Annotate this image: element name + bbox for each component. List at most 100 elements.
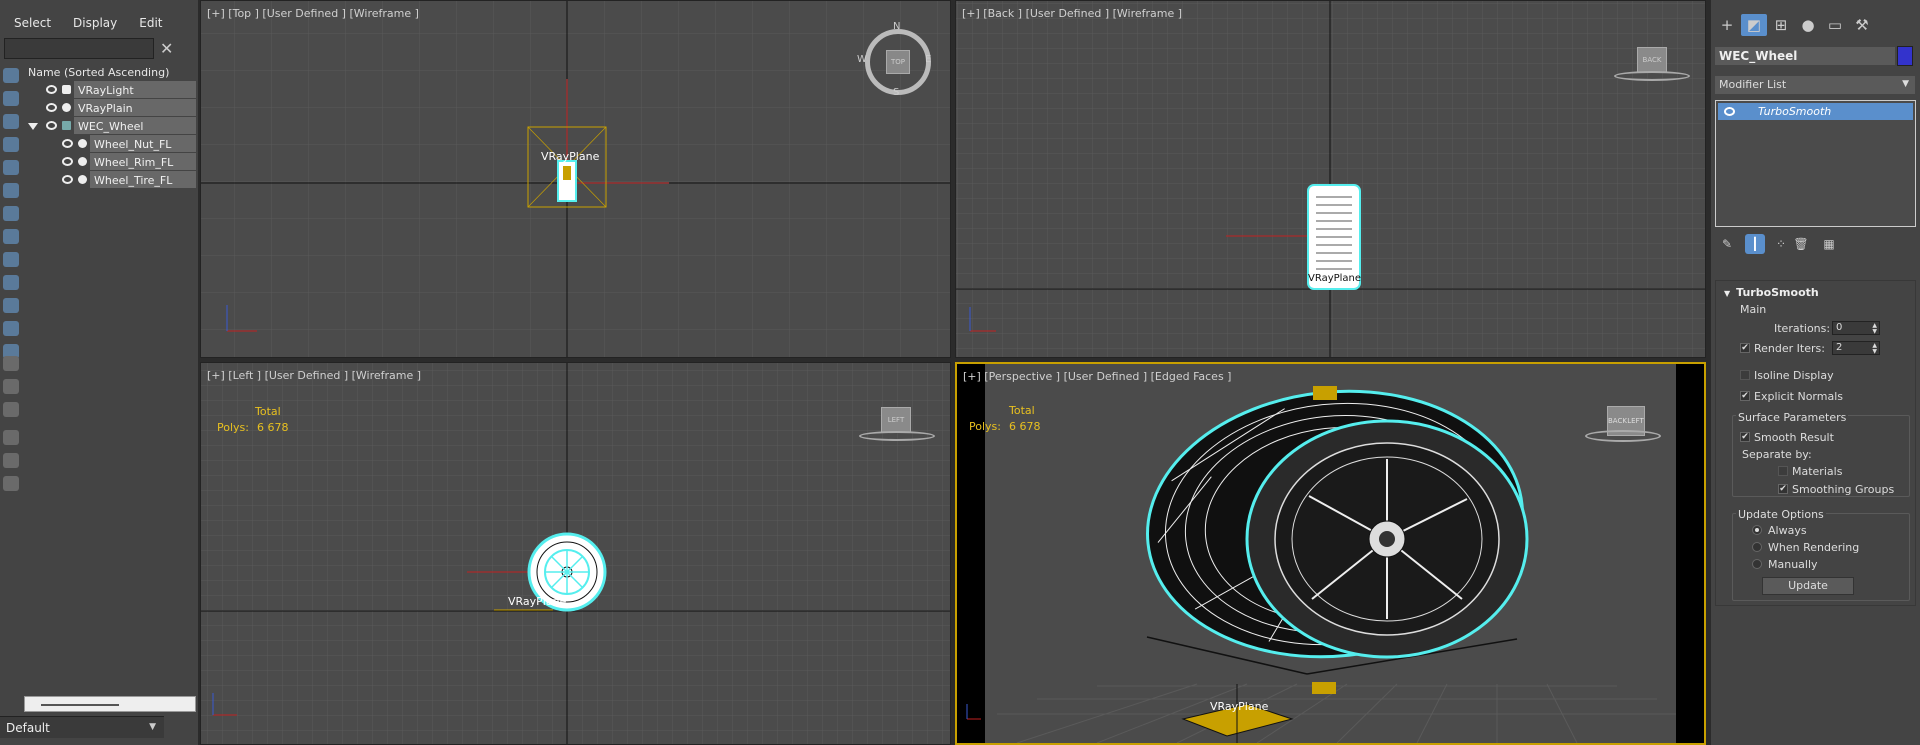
render-iters-checkbox[interactable]: ✔ — [1740, 343, 1750, 353]
cameras-filter-icon[interactable] — [3, 160, 19, 175]
layer-dropdown[interactable]: Default ▼ — [0, 716, 164, 738]
explorer-row-wheel-nut[interactable]: Wheel_Nut_FL — [24, 135, 196, 153]
vrayplane-label-top: VRayPlane — [541, 150, 600, 163]
always-label: Always — [1768, 524, 1807, 537]
visibility-eye-icon[interactable] — [62, 175, 73, 184]
stats-polys-label-persp: Polys: — [969, 420, 1001, 433]
layer-value: Default — [6, 721, 50, 735]
visibility-eye-icon[interactable] — [62, 139, 73, 148]
max-window: Select Display Edit ✕ Name (Sorted Ascen… — [0, 0, 1920, 745]
explorer-column-header[interactable]: Name (Sorted Ascending) — [24, 64, 196, 81]
visibility-eye-icon[interactable] — [46, 103, 57, 112]
geometry-filter-icon[interactable] — [3, 91, 19, 106]
update-button[interactable]: Update — [1762, 577, 1854, 595]
visibility-eye-icon[interactable] — [46, 85, 57, 94]
spacewarps-filter-icon[interactable] — [3, 206, 19, 221]
object-icon — [78, 175, 87, 184]
scrollbar-thumb[interactable] — [41, 704, 119, 706]
surface-parameters-title: Surface Parameters — [1736, 411, 1849, 424]
manually-radio[interactable] — [1752, 559, 1762, 569]
select-all-icon[interactable] — [3, 402, 19, 417]
viewcube[interactable]: TOP — [886, 50, 910, 74]
menu-edit[interactable]: Edit — [125, 10, 170, 36]
expand-arrow-icon[interactable] — [28, 123, 38, 130]
display-tab-icon[interactable]: ▭ — [1822, 14, 1848, 36]
explorer-row-vraylight[interactable]: VRayLight — [24, 81, 196, 99]
materials-checkbox[interactable] — [1778, 466, 1788, 476]
viewcube-compass[interactable]: TOP — [865, 29, 931, 95]
sort-icon[interactable] — [3, 379, 19, 394]
viewcube-ring[interactable] — [1614, 71, 1690, 81]
utilities-tab-icon[interactable]: ⚒ — [1849, 14, 1875, 36]
viewport-label-perspective[interactable]: [+] [Perspective ] [User Defined ] [Edge… — [963, 370, 1231, 383]
pin-stack-icon[interactable]: ✎ — [1717, 234, 1737, 254]
command-panel-tabs: + ◩ ⊞ ● ▭ ⚒ — [1711, 14, 1920, 40]
explorer-row-vrayplain[interactable]: VRayPlain — [24, 99, 196, 117]
stack-item-label: TurboSmooth — [1758, 105, 1832, 118]
lights-filter-icon[interactable] — [3, 137, 19, 152]
modifier-visibility-eye-icon[interactable] — [1724, 107, 1735, 116]
viewcube-ring[interactable] — [859, 431, 935, 441]
display-none-icon[interactable] — [3, 68, 19, 83]
explorer-item-label: WEC_Wheel — [78, 120, 144, 133]
always-radio[interactable] — [1752, 525, 1762, 535]
iterations-spinner[interactable]: 0 ▲ ▼ — [1832, 321, 1880, 335]
smooth-result-checkbox[interactable]: ✔ — [1740, 432, 1750, 442]
object-name-field[interactable]: WEC_Wheel — [1715, 47, 1895, 65]
xrefs-filter-icon[interactable] — [3, 252, 19, 267]
explorer-row-wec-wheel[interactable]: WEC_Wheel — [24, 117, 196, 135]
layer-icon[interactable] — [3, 356, 19, 371]
explicit-normals-checkbox[interactable]: ✔ — [1740, 391, 1750, 401]
explorer-search-input[interactable] — [4, 38, 154, 59]
compass-west: W — [857, 54, 867, 65]
stats-polys-label-left: Polys: — [217, 421, 249, 434]
explorer-row-wheel-rim[interactable]: Wheel_Rim_FL — [24, 153, 196, 171]
viewcube-back[interactable]: BACK — [1637, 47, 1667, 73]
isoline-display-checkbox[interactable] — [1740, 370, 1750, 380]
explorer-options-icon[interactable] — [3, 476, 19, 491]
stack-item-turbosmooth[interactable]: TurboSmooth — [1718, 103, 1913, 120]
smoothing-groups-checkbox[interactable]: ✔ — [1778, 484, 1788, 494]
viewport-label-back[interactable]: [+] [Back ] [User Defined ] [Wireframe ] — [962, 7, 1182, 20]
make-unique-icon[interactable]: ⁘ — [1771, 234, 1791, 254]
clear-search-icon[interactable]: ✕ — [160, 39, 173, 58]
when-rendering-label: When Rendering — [1768, 541, 1860, 554]
viewport-left[interactable]: [+] [Left ] [User Defined ] [Wireframe ]… — [200, 362, 951, 745]
render-iters-spinner[interactable]: 2 ▲ ▼ — [1832, 341, 1880, 355]
explorer-horizontal-scrollbar[interactable] — [24, 696, 196, 712]
viewport-back[interactable]: [+] [Back ] [User Defined ] [Wireframe ]… — [955, 0, 1706, 358]
frozen-filter-icon[interactable] — [3, 321, 19, 336]
modifier-list-dropdown[interactable]: Modifier List ▼ — [1715, 76, 1915, 94]
viewcube-left[interactable]: LEFT — [881, 407, 911, 433]
viewport-top[interactable]: [+] [Top ] [User Defined ] [Wireframe ] … — [200, 0, 951, 358]
shapes-filter-icon[interactable] — [3, 114, 19, 129]
menu-display[interactable]: Display — [59, 10, 125, 36]
visibility-eye-icon[interactable] — [46, 121, 57, 130]
viewport-label-left[interactable]: [+] [Left ] [User Defined ] [Wireframe ] — [207, 369, 421, 382]
object-color-swatch[interactable] — [1897, 46, 1913, 66]
menu-select[interactable]: Select — [0, 10, 59, 36]
when-rendering-radio[interactable] — [1752, 542, 1762, 552]
show-end-result-icon[interactable]: ┃ — [1745, 234, 1765, 254]
compass-east: E — [925, 54, 932, 65]
visibility-eye-icon[interactable] — [62, 157, 73, 166]
smoothing-groups-label: Smoothing Groups — [1792, 483, 1895, 496]
create-tab-icon[interactable]: + — [1714, 14, 1740, 36]
hierarchy-tab-icon[interactable]: ⊞ — [1768, 14, 1794, 36]
motion-tab-icon[interactable]: ● — [1795, 14, 1821, 36]
bones-filter-icon[interactable] — [3, 275, 19, 290]
helpers-filter-icon[interactable] — [3, 183, 19, 198]
explorer-row-wheel-tire[interactable]: Wheel_Tire_FL — [24, 171, 196, 189]
rollout-title[interactable]: ▼ TurboSmooth — [1724, 286, 1819, 299]
funnel-icon[interactable] — [3, 453, 19, 468]
remove-modifier-icon[interactable]: 🗑 — [1791, 234, 1811, 254]
containers-filter-icon[interactable] — [3, 298, 19, 313]
filter-icon[interactable] — [3, 430, 19, 445]
configure-sets-icon[interactable]: ▦ — [1819, 234, 1839, 254]
viewport-perspective[interactable]: [+] [Perspective ] [User Defined ] [Edge… — [955, 362, 1706, 745]
chevron-down-icon: ▼ — [1902, 79, 1909, 89]
modify-tab-icon[interactable]: ◩ — [1741, 14, 1767, 36]
viewcube-ring[interactable] — [1585, 430, 1661, 442]
groups-filter-icon[interactable] — [3, 229, 19, 244]
viewport-label-top[interactable]: [+] [Top ] [User Defined ] [Wireframe ] — [207, 7, 419, 20]
